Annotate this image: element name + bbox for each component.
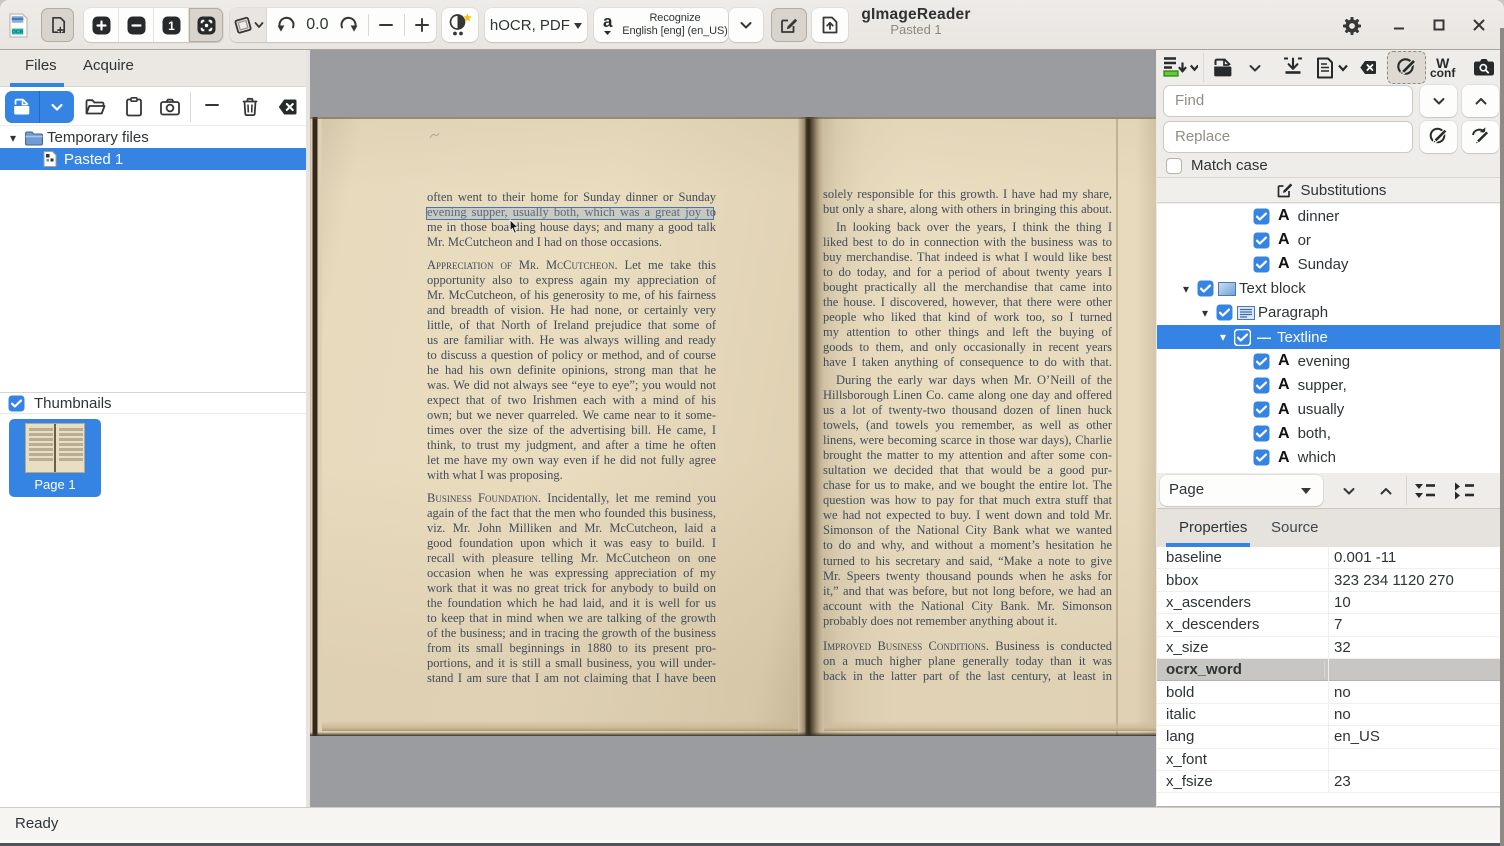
svg-text:a: a [603,12,613,31]
svg-text:1: 1 [168,18,175,32]
svg-text:OCR: OCR [12,29,24,35]
